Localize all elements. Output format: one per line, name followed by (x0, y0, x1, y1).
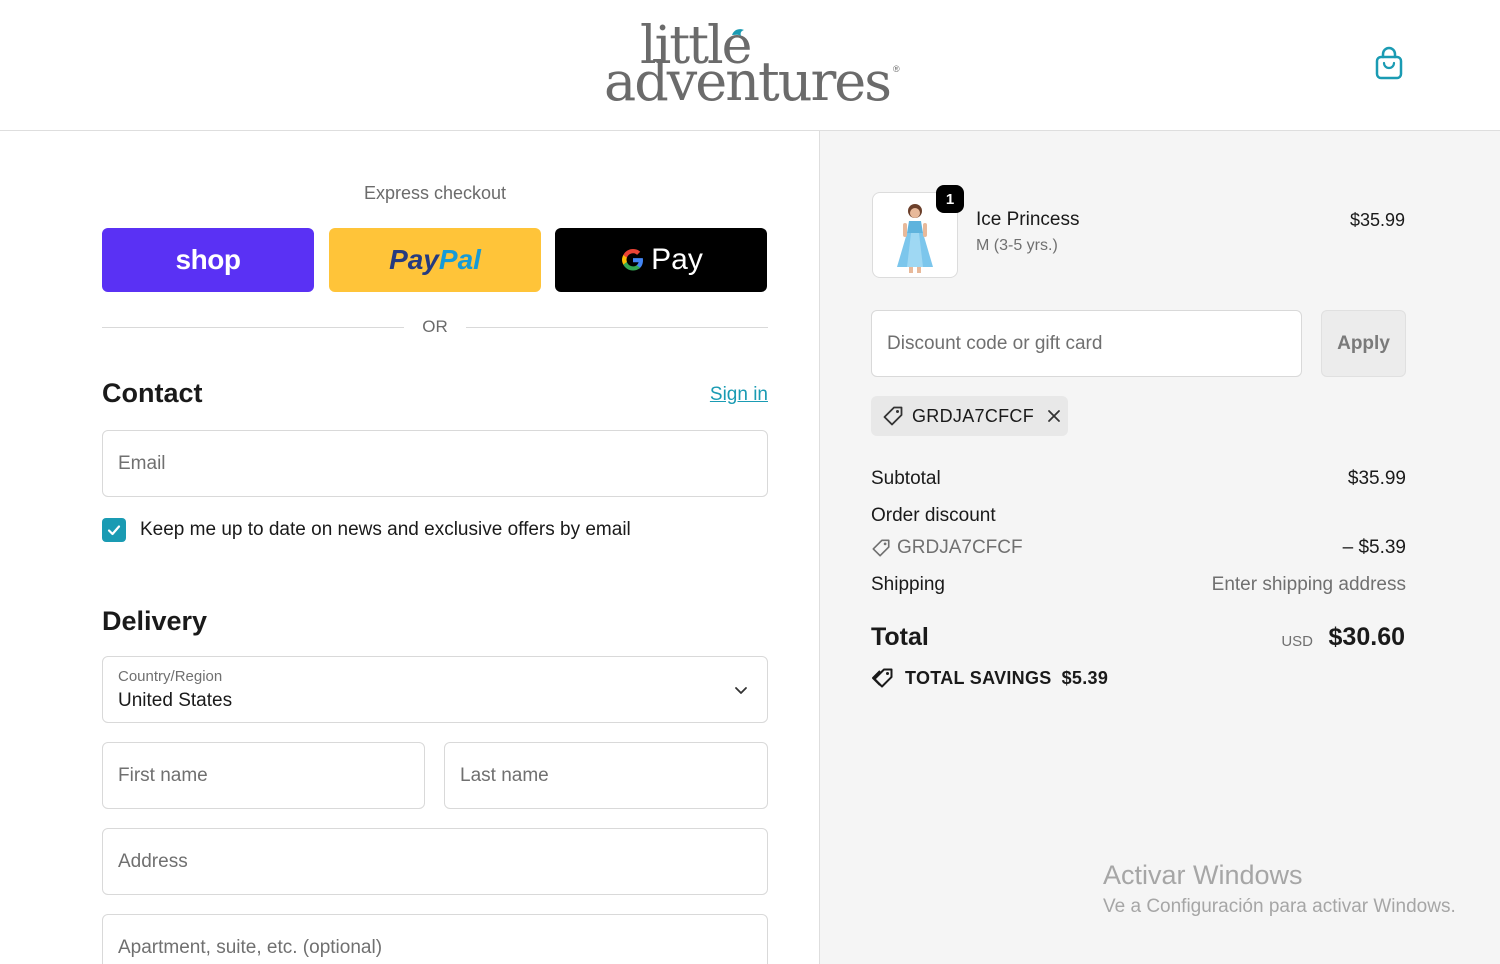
first-name-placeholder: First name (118, 765, 208, 786)
delivery-title: Delivery (102, 606, 208, 636)
shopping-bag-icon (1375, 46, 1403, 80)
divider-line-right (466, 327, 768, 328)
savings-tag-icon (872, 668, 893, 688)
check-icon (107, 525, 121, 536)
shipping-row: Shipping Enter shipping address (871, 574, 1406, 596)
windows-activation-title: Activar Windows (1103, 860, 1303, 890)
newsletter-checkbox[interactable] (102, 518, 126, 542)
cart-button[interactable] (1372, 44, 1406, 82)
contact-title: Contact (102, 378, 203, 408)
paypal-label-pay: Pay (389, 244, 439, 275)
discount-code-field[interactable]: Discount code or gift card (871, 310, 1302, 377)
newsletter-label: Keep me up to date on news and exclusive… (140, 519, 631, 540)
last-name-field[interactable]: Last name (444, 742, 768, 809)
tag-icon (883, 406, 903, 426)
bird-icon (732, 29, 744, 36)
subtotal-value: $35.99 (1347, 468, 1406, 489)
discount-placeholder: Discount code or gift card (887, 333, 1103, 354)
savings-value: $5.39 (1061, 667, 1109, 688)
google-pay-label: Pay (651, 243, 703, 276)
country-value: United States (118, 690, 233, 711)
savings-label: TOTAL SAVINGS (905, 667, 1052, 688)
total-currency: USD (1281, 633, 1313, 650)
shop-pay-label: shop (175, 244, 241, 275)
tag-icon (872, 539, 890, 557)
google-pay-button[interactable]: Pay (555, 228, 767, 292)
logo-line-2: adventures (604, 50, 892, 113)
subtotal-label: Subtotal (871, 468, 941, 489)
product-variant: M (3-5 yrs.) (976, 237, 1058, 254)
first-name-field[interactable]: First name (102, 742, 425, 809)
order-discount-row: Order discount (871, 505, 1406, 527)
country-select[interactable]: Country/Region United States (102, 656, 768, 723)
product-price: $35.99 (1349, 210, 1405, 230)
discount-value: – $5.39 (1342, 537, 1406, 558)
total-value: $30.60 (1328, 623, 1405, 651)
total-label: Total (871, 623, 929, 651)
order-summary: 1 Ice Princess M (3-5 yrs.) $35.99 Disco… (819, 131, 1500, 964)
apartment-field[interactable]: Apartment, suite, etc. (optional) (102, 914, 768, 964)
applied-discount-tag: GRDJA7CFCF (871, 396, 1068, 436)
discount-code-row: GRDJA7CFCF – $5.39 (871, 537, 1406, 564)
apartment-placeholder: Apartment, suite, etc. (optional) (118, 937, 383, 958)
remove-code-icon[interactable] (1046, 408, 1062, 424)
total-savings: TOTAL SAVINGS $5.39 (871, 667, 1108, 689)
shipping-label: Shipping (871, 574, 945, 595)
apply-button[interactable]: Apply (1321, 310, 1406, 377)
email-placeholder: Email (118, 453, 166, 474)
address-placeholder: Address (118, 851, 188, 872)
store-logo[interactable]: little adventures ® (600, 18, 910, 110)
sign-in-link[interactable]: Sign in (600, 384, 768, 406)
checkout-form: Express checkout shop Pay Pal Pay OR Cont… (0, 131, 819, 964)
logo-registered: ® (893, 64, 900, 74)
address-field[interactable]: Address (102, 828, 768, 895)
discount-code-text: GRDJA7CFCF (897, 537, 1023, 558)
or-divider: OR (102, 315, 768, 339)
shop-pay-button[interactable]: shop (102, 228, 314, 292)
chevron-down-icon (735, 687, 747, 694)
product-name: Ice Princess (976, 209, 1080, 230)
email-field[interactable]: Email (102, 430, 768, 497)
subtotal-row: Subtotal $35.99 (871, 468, 1406, 490)
order-discount-label: Order discount (871, 505, 996, 526)
paypal-button[interactable]: Pay Pal (329, 228, 541, 292)
header: little adventures ® (0, 0, 1500, 131)
google-g-icon (619, 246, 647, 274)
last-name-placeholder: Last name (460, 765, 549, 786)
windows-activation-subtitle: Ve a Configuración para activar Windows. (1103, 896, 1456, 917)
applied-code: GRDJA7CFCF (912, 405, 1035, 426)
newsletter-option: Keep me up to date on news and exclusive… (102, 515, 631, 545)
express-checkout-label: Express checkout (363, 183, 507, 203)
discount-code-info: GRDJA7CFCF (871, 537, 1023, 559)
quantity-badge: 1 (936, 185, 964, 213)
shipping-value: Enter shipping address (1211, 574, 1406, 595)
paypal-label-pal: Pal (438, 244, 481, 275)
country-label: Country/Region (118, 668, 223, 685)
